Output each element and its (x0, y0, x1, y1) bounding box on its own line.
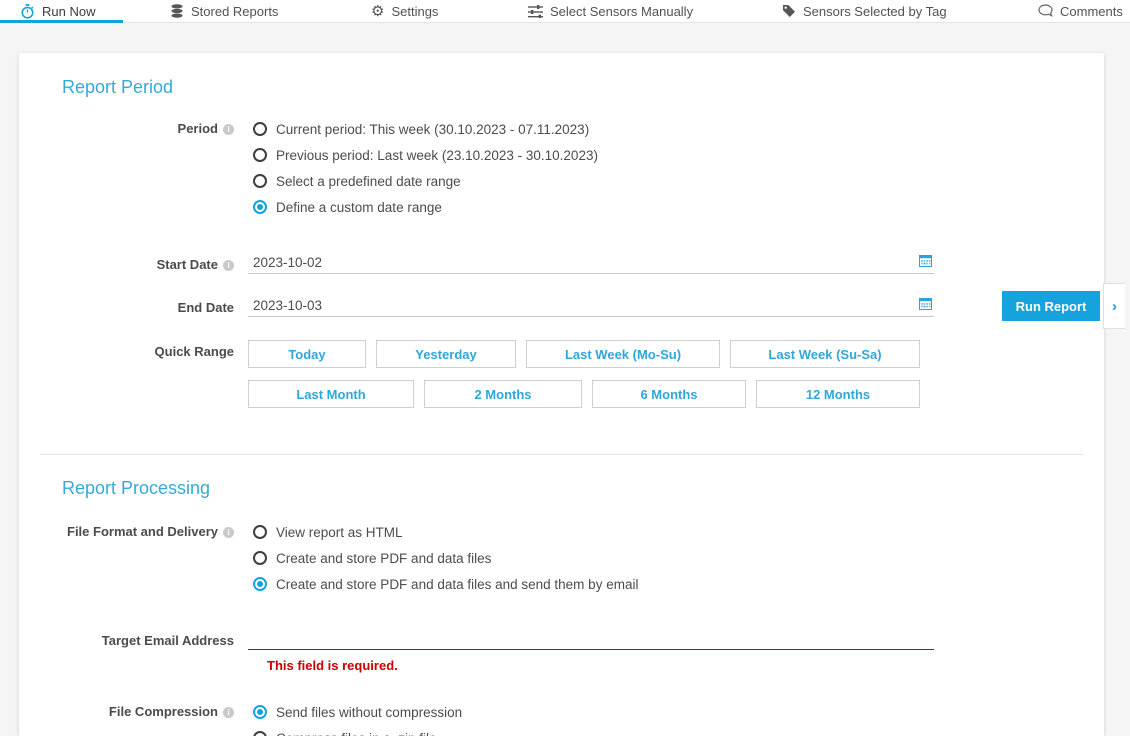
end-date-input[interactable]: 2023-10-03 (248, 296, 934, 317)
quick-range-12-months-button[interactable]: 12 Months (756, 380, 920, 408)
tab-bar: Run Now Stored Reports ⚙ Settings (0, 0, 1130, 23)
file-compression-radio-group: Send files without compression Compress … (248, 699, 462, 736)
radio-label: Select a predefined date range (276, 174, 461, 189)
info-icon[interactable] (223, 707, 234, 718)
info-icon[interactable] (223, 260, 234, 271)
radio-option-zip-compression[interactable]: Compress files in a .zip file (253, 725, 462, 736)
radio-label: Current period: This week (30.10.2023 - … (276, 122, 589, 137)
radio-option-no-compression[interactable]: Send files without compression (253, 699, 462, 725)
quick-range-buttons: Today Yesterday Last Week (Mo-Su) Last W… (248, 340, 920, 420)
radio-label: Send files without compression (276, 705, 462, 720)
radio-button[interactable] (253, 705, 267, 719)
quick-range-label: Quick Range (19, 340, 248, 362)
radio-button[interactable] (253, 731, 267, 736)
radio-label: Create and store PDF and data files (276, 551, 491, 566)
tab-select-sensors-manually[interactable]: Select Sensors Manually (528, 0, 693, 22)
radio-button[interactable] (253, 174, 267, 188)
section-divider (40, 454, 1083, 455)
target-email-label: Target Email Address (19, 629, 248, 651)
tab-stored-reports[interactable]: Stored Reports (170, 0, 278, 22)
info-icon[interactable] (223, 124, 234, 135)
start-date-input[interactable]: 2023-10-02 (248, 253, 934, 274)
file-format-label: File Format and Delivery (19, 519, 248, 545)
target-email-input[interactable] (248, 629, 934, 650)
radio-option-store-pdf[interactable]: Create and store PDF and data files (253, 545, 638, 571)
tab-comments[interactable]: Comments (1038, 0, 1123, 22)
quick-range-today-button[interactable]: Today (248, 340, 366, 368)
radio-option-custom-range[interactable]: Define a custom date range (253, 194, 598, 220)
radio-option-predefined-range[interactable]: Select a predefined date range (253, 168, 598, 194)
radio-button[interactable] (253, 551, 267, 565)
quick-range-2-months-button[interactable]: 2 Months (424, 380, 582, 408)
end-date-value: 2023-10-03 (253, 298, 322, 313)
period-label: Period (19, 116, 248, 142)
radio-button[interactable] (253, 148, 267, 162)
quick-range-last-week-mo-su-button[interactable]: Last Week (Mo-Su) (526, 340, 720, 368)
chevron-right-icon: › (1112, 299, 1117, 314)
report-settings-card: Report Period Period Current period: Thi… (19, 53, 1104, 736)
calendar-icon[interactable] (919, 297, 932, 313)
database-icon (170, 4, 184, 18)
radio-button[interactable] (253, 525, 267, 539)
radio-option-current-period[interactable]: Current period: This week (30.10.2023 - … (253, 116, 598, 142)
quick-range-yesterday-button[interactable]: Yesterday (376, 340, 516, 368)
radio-button[interactable] (253, 577, 267, 591)
tab-label: Select Sensors Manually (550, 4, 693, 19)
sliders-icon (528, 4, 543, 18)
start-date-label: Start Date (19, 253, 248, 275)
section-heading-report-period: Report Period (62, 77, 1104, 98)
tab-label: Sensors Selected by Tag (803, 4, 947, 19)
tag-icon (782, 4, 796, 18)
info-icon[interactable] (223, 527, 234, 538)
quick-range-last-week-su-sa-button[interactable]: Last Week (Su-Sa) (730, 340, 920, 368)
speech-bubble-icon (1038, 4, 1053, 18)
calendar-icon[interactable] (919, 254, 932, 270)
tab-label: Run Now (42, 4, 95, 19)
radio-label: View report as HTML (276, 525, 403, 540)
quick-range-last-month-button[interactable]: Last Month (248, 380, 414, 408)
tab-sensors-selected-by-tag[interactable]: Sensors Selected by Tag (782, 0, 947, 22)
radio-label: Previous period: Last week (23.10.2023 -… (276, 148, 598, 163)
radio-button[interactable] (253, 122, 267, 136)
active-tab-underline (0, 20, 123, 23)
file-compression-label: File Compression (19, 699, 248, 725)
side-panel-toggle[interactable]: › (1103, 283, 1125, 329)
radio-label: Define a custom date range (276, 200, 442, 215)
tab-label: Comments (1060, 4, 1123, 19)
radio-button[interactable] (253, 200, 267, 214)
radio-option-store-pdf-email[interactable]: Create and store PDF and data files and … (253, 571, 638, 597)
radio-label: Create and store PDF and data files and … (276, 577, 638, 592)
radio-option-view-html[interactable]: View report as HTML (253, 519, 638, 545)
tab-run-now[interactable]: Run Now (20, 0, 95, 22)
start-date-value: 2023-10-02 (253, 255, 322, 270)
tab-label: Stored Reports (191, 4, 278, 19)
target-email-error: This field is required. (267, 658, 1104, 673)
period-radio-group: Current period: This week (30.10.2023 - … (248, 116, 598, 220)
radio-option-previous-period[interactable]: Previous period: Last week (23.10.2023 -… (253, 142, 598, 168)
gear-icon: ⚙ (371, 4, 384, 19)
end-date-label: End Date (19, 296, 248, 318)
section-heading-report-processing: Report Processing (62, 478, 1104, 499)
radio-label: Compress files in a .zip file (276, 731, 437, 736)
tab-label: Settings (391, 4, 438, 19)
file-format-radio-group: View report as HTML Create and store PDF… (248, 519, 638, 597)
stopwatch-icon (20, 4, 35, 19)
quick-range-6-months-button[interactable]: 6 Months (592, 380, 746, 408)
tab-settings[interactable]: ⚙ Settings (371, 0, 438, 22)
run-report-button[interactable]: Run Report (1002, 291, 1100, 321)
